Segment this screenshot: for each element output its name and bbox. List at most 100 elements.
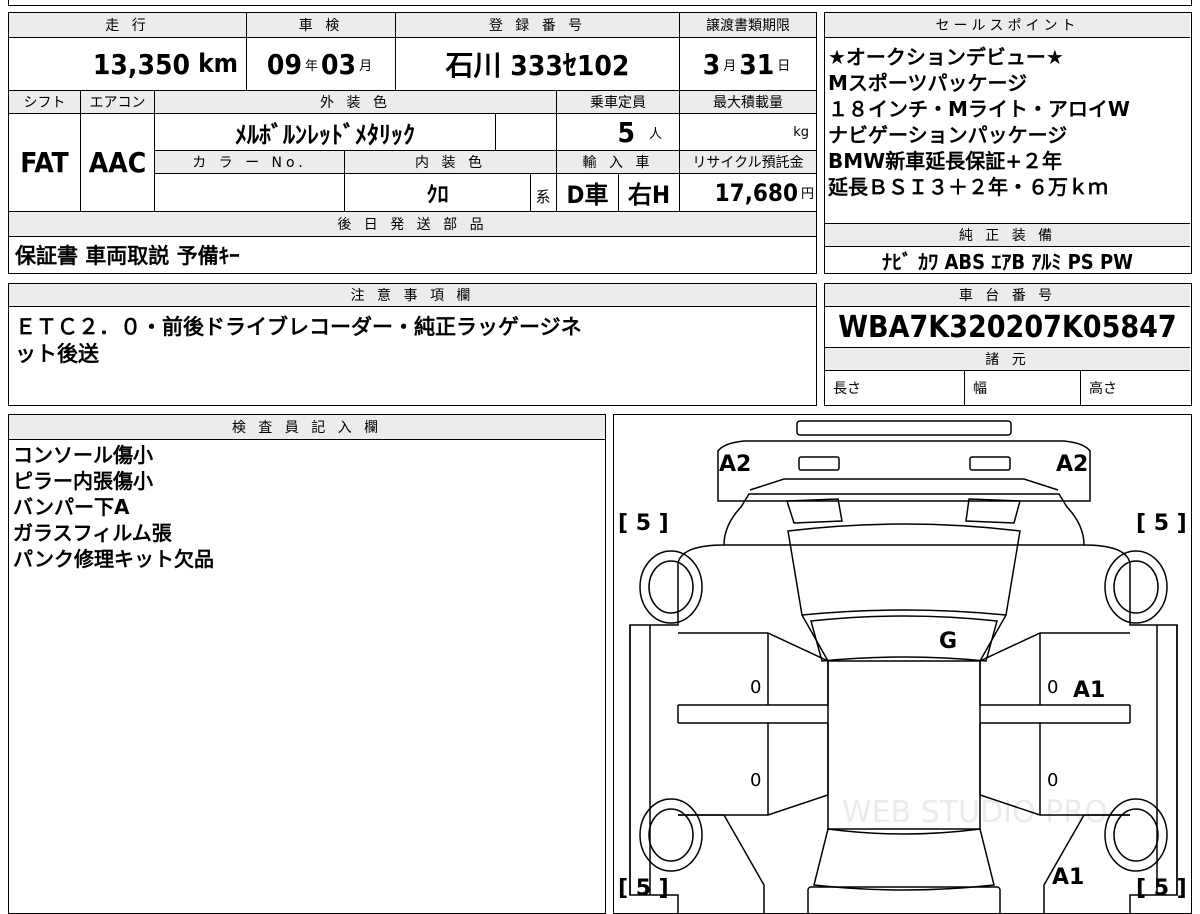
roof-front-lines [801,614,1007,662]
delivery-value: 保証書 車両取説 予備ｷｰ [15,244,240,268]
inspection-year: 09 [266,47,302,81]
max-load-cell: kg [680,114,816,150]
hood-vent-right [965,498,1021,524]
capacity-header: 乗車定員 [557,91,679,113]
door-left-rear [678,722,829,816]
tire-front-right-inner [1113,560,1159,614]
transfer-month: 3 [702,47,721,81]
rear-window [813,828,995,891]
height-label: 高さ [1089,381,1117,397]
inspection-month: 03 [321,47,357,81]
side-strip-right [1156,625,1178,895]
notes-box: 注 意 事 項 欄 ＥＴＣ２．０・前後ドライブレコーダー・純正ラッゲージネ ット… [8,283,817,406]
capacity-value: 5 [617,115,635,149]
rear-plate [807,886,1001,913]
sales-point-line: ★オークションデビュー★ [828,45,1064,69]
shift-value: FAT [20,146,69,179]
exterior-color-value: ﾒﾙﾎﾞﾙﾝﾚｯﾄﾞﾒﾀﾘｯｸ [235,120,415,149]
hood-vent-left [785,498,843,524]
tire-rear-right-depth: [ 5 ] [1136,876,1187,901]
tire-rear-left-inner [648,808,694,862]
front-bumper [717,440,1091,502]
car-diagram-box: A2 A2 [ 5 ] [ 5 ] G 0 0 A1 0 0 A1 [ 5 ] … [613,414,1192,914]
capacity-unit: 人 [648,126,662,142]
length-label: 長さ [833,381,861,397]
inspection-month-unit: 月 [359,58,373,74]
inspector-header: 検 査 員 記 入 欄 [9,415,605,439]
inspector-note: コンソール傷小 [13,443,153,467]
chassis-box: 車 台 番 号 WBA7K320207K05847 諸 元 長さ 幅 高さ [824,283,1192,406]
mileage-header: 走 行 [9,13,246,37]
rear-quarter-left [678,814,765,913]
max-load-header: 最大積載量 [680,91,816,113]
sales-point-line: ナビゲーションパッケージ [828,123,1068,147]
vehicle-info-table: 走 行 車 検 登 録 番 号 譲渡書類期限 13,350 km 09 年 03… [8,12,817,274]
steering-value: 右H [627,181,671,209]
door-rear-right-grade: 0 [1047,770,1059,791]
tire-rear-left-depth: [ 5 ] [618,876,669,901]
inspection-cell: 09 年 03 月 [247,38,395,90]
inspector-box: 検 査 員 記 入 欄 コンソール傷小 ピラー内張傷小 バンパー下A ガラスフィ… [8,414,606,914]
door-rear-left-grade: 0 [750,770,762,791]
sales-points-list: ★オークションデビュー★ Mスポーツパッケージ １８インチ・Mライト・アロイW … [828,44,1190,200]
front-light-left [798,456,840,471]
delivery-header: 後 日 発 送 部 品 [9,212,816,236]
inspector-note: ガラスフィルム張 [13,521,172,545]
sales-points-box: セールスポイント ★オークションデビュー★ Mスポーツパッケージ １８インチ・M… [824,12,1192,274]
interior-color-header: 内 装 色 [345,151,556,173]
tire-front-left-depth: [ 5 ] [618,511,669,536]
rear-right-grade: A1 [1052,865,1085,890]
recycle-value: 17,680 [714,178,798,207]
top-strip [8,0,1192,6]
door-front-right-grade: 0 [1047,677,1059,698]
inspector-list: コンソール傷小 ピラー内張傷小 バンパー下A ガラスフィルム張 パンク修理キット… [13,442,214,572]
watermark: WEB STUDIO PRO [842,795,1108,830]
color-no-header: カ ラ ー No. [155,151,344,173]
door-front-right-damage: A1 [1073,678,1106,703]
import-header: 輸 入 車 [557,151,679,173]
transfer-cell: 3 月 31 日 [680,38,816,90]
recycle-cell: 17,680 円 [680,174,816,211]
notes-line-1: ＥＴＣ２．０・前後ドライブレコーダー・純正ラッゲージネ [15,315,582,339]
ac-header: エアコン [81,91,154,113]
interior-color-suffix: 系 [535,188,551,206]
mileage-unit: km [198,49,238,79]
tire-front-left-inner [648,560,694,614]
genuine-equipment-header: 純 正 装 備 [825,224,1190,246]
notes-line-2: ット後送 [15,342,99,366]
import-value: D車 [566,181,609,209]
sales-point-line: Mスポーツパッケージ [828,71,1028,95]
mileage-cell: 13,350 km [9,38,246,90]
sales-point-line: 延長ＢＳＩ３＋２年・６万ｋｍ [828,175,1108,199]
dimensions-header: 諸 元 [825,348,1190,370]
inspector-note: パンク修理キット欠品 [13,547,214,571]
max-load-unit: kg [793,124,809,140]
capacity-cell: 5 人 [557,114,679,150]
inspection-year-unit: 年 [304,58,318,74]
bumper-inner [749,478,1059,491]
door-front-left-grade: 0 [750,677,762,698]
side-strip-left [629,625,651,895]
tire-front-right-depth: [ 5 ] [1136,511,1187,536]
front-right-grade: A2 [1056,452,1089,477]
exterior-color-header: 外 装 色 [155,91,556,113]
tire-rear-right-inner [1113,808,1159,862]
sales-points-header: セールスポイント [825,13,1190,37]
body-outline [629,544,1178,913]
ac-value: AAC [88,146,147,179]
notes-header: 注 意 事 項 欄 [9,284,816,306]
transfer-deadline-header: 譲渡書類期限 [680,13,816,37]
front-plate [796,420,1012,436]
mileage-value: 13,350 [92,47,191,81]
recycle-unit: 円 [800,187,814,202]
chassis-number: WBA7K320207K05847 [838,309,1177,345]
transfer-day: 31 [739,47,775,81]
genuine-equipment-value: ﾅﾋﾞ ｶﾜ ABS ｴｱB ｱﾙﾐ PS PW [881,249,1134,274]
windshield [787,523,1021,616]
windshield-grade: G [939,629,958,654]
car-diagram [629,420,1178,913]
inspector-note: ピラー内張傷小 [13,469,153,493]
front-light-right [969,456,1011,471]
chassis-header: 車 台 番 号 [825,284,1190,306]
shift-header: シフト [9,91,80,113]
